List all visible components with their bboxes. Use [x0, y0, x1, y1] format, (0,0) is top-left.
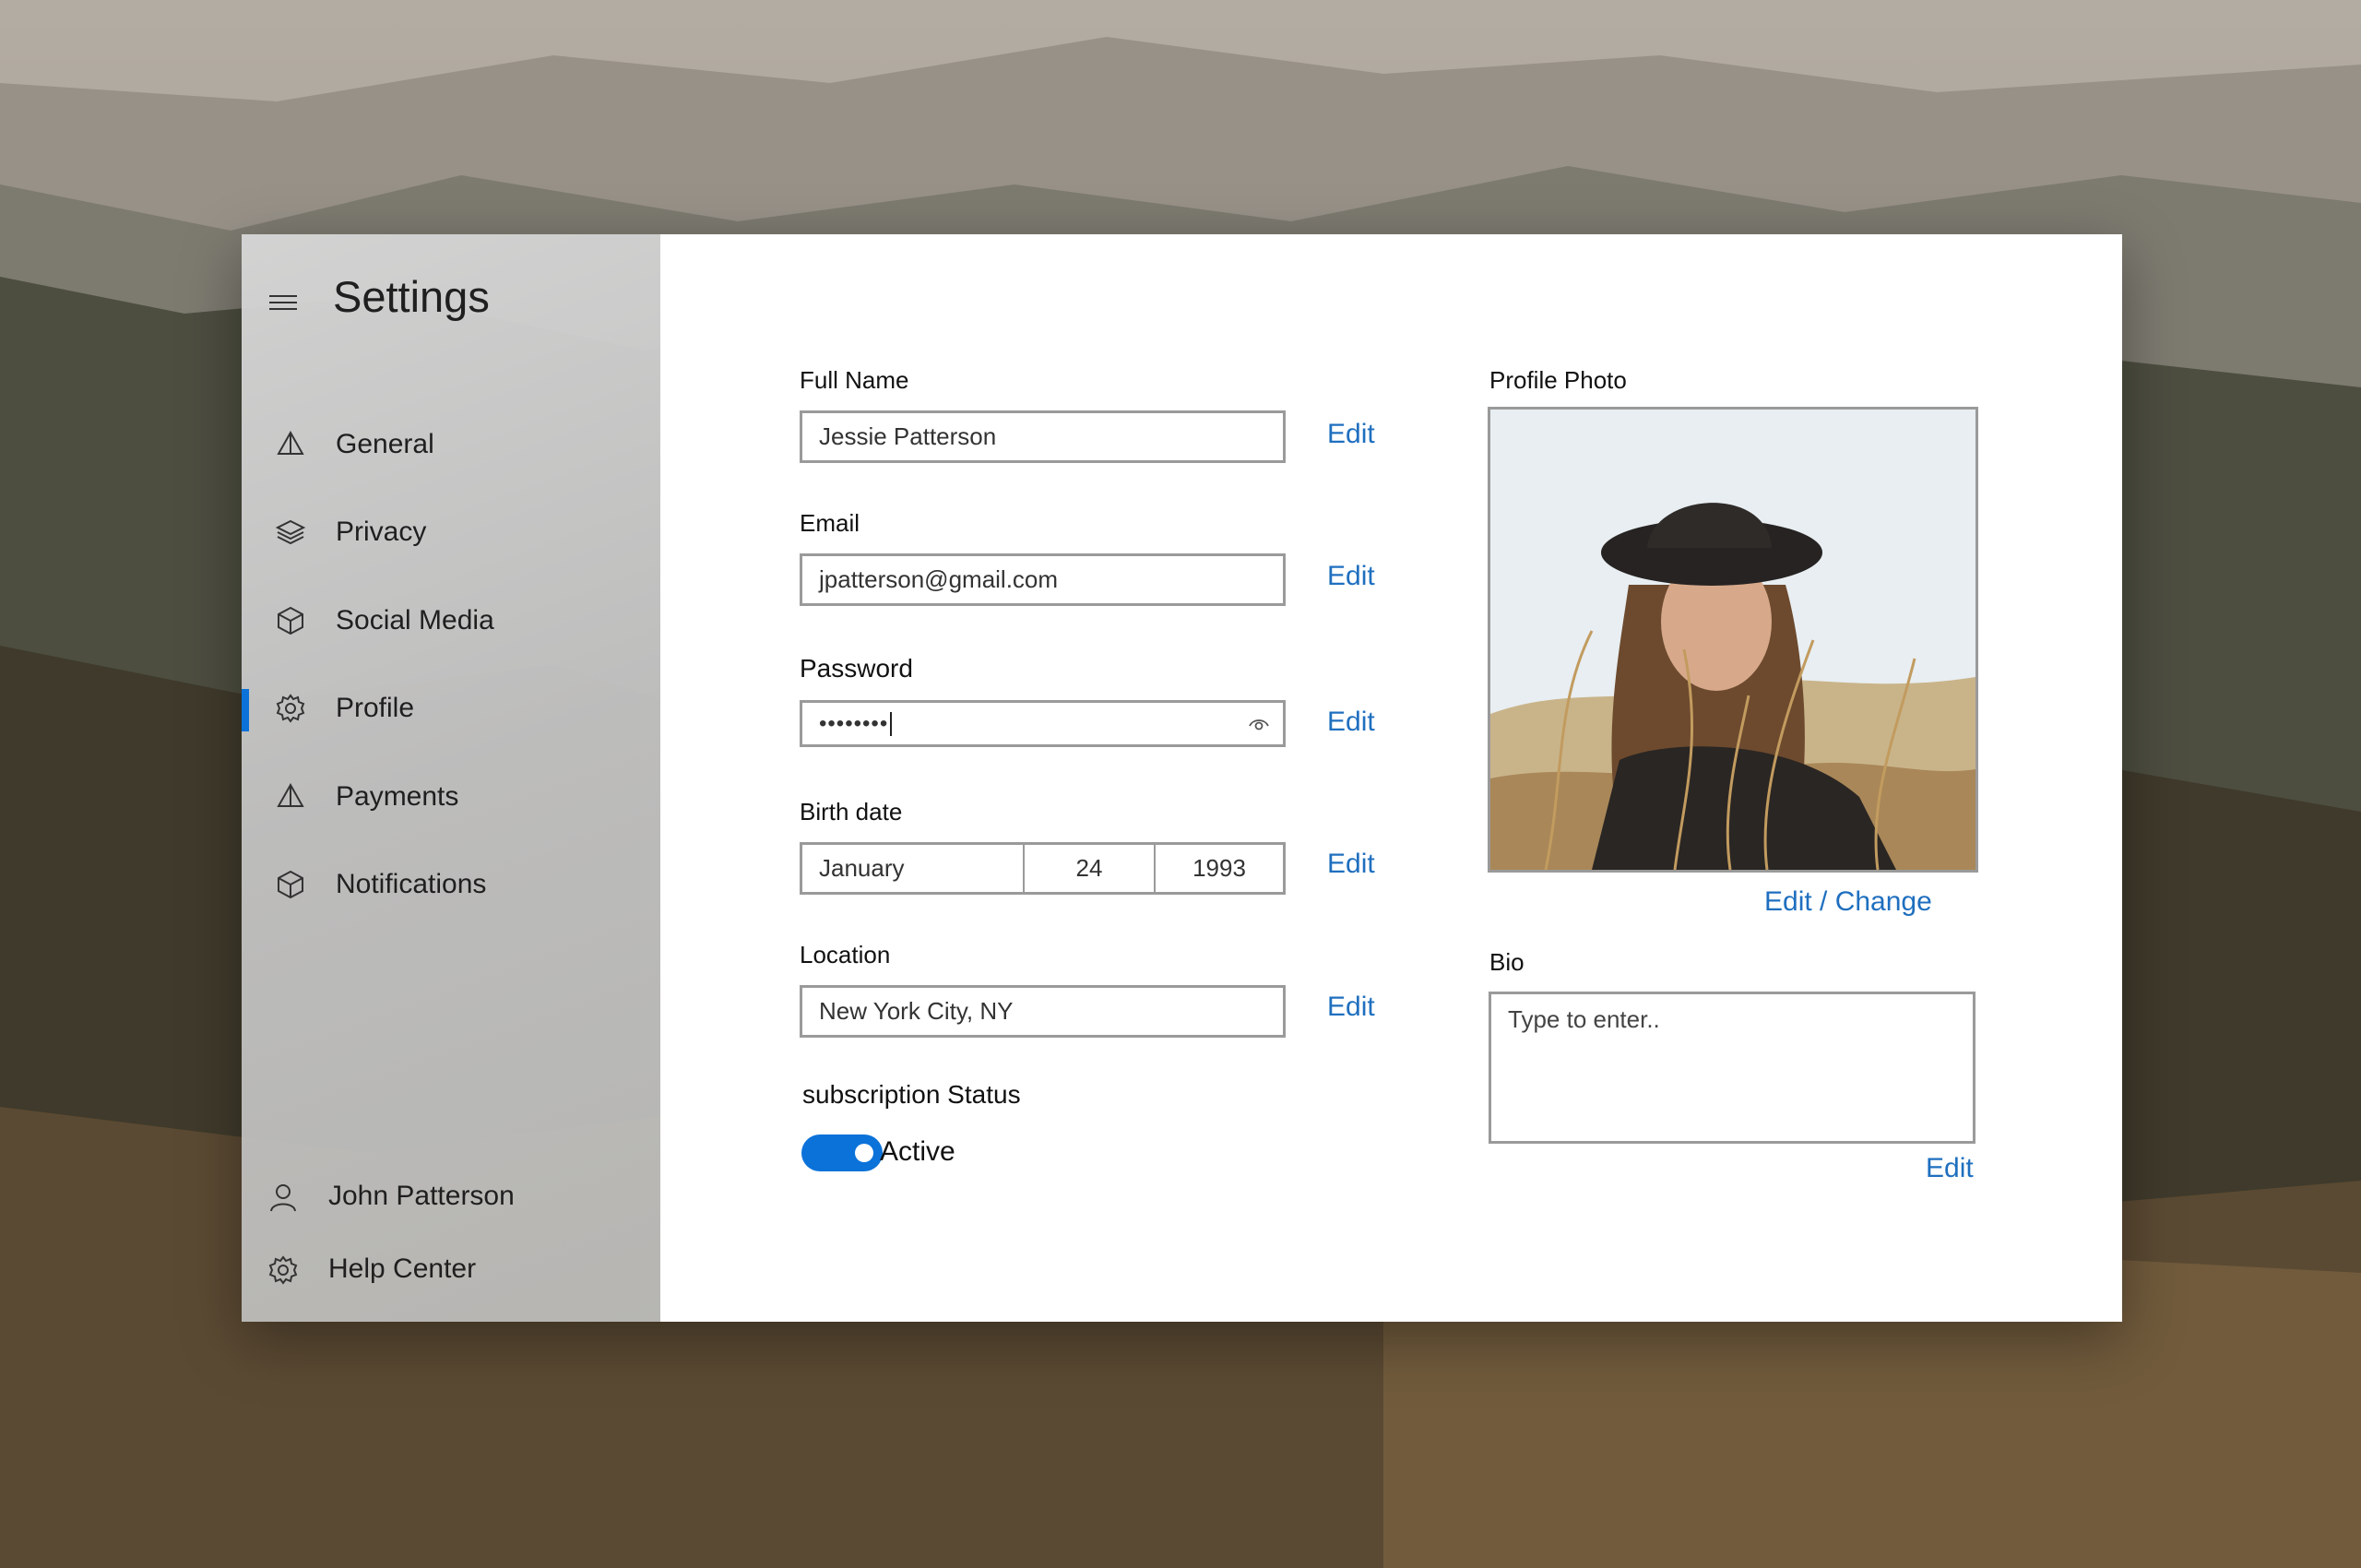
sidebar-item-label: Social Media [336, 604, 494, 636]
user-icon [270, 1184, 296, 1212]
location-value: New York City, NY [819, 997, 1014, 1025]
cube-icon [278, 606, 303, 635]
profile-content: Full Name Jessie Patterson Edit Email jp… [660, 234, 2122, 1322]
email-field[interactable]: jpatterson@gmail.com [800, 553, 1286, 606]
sidebar: Settings General Privacy Social Media Pr… [242, 234, 660, 1322]
sidebar-item-profile[interactable]: Profile [242, 665, 660, 754]
email-value: jpatterson@gmail.com [819, 565, 1059, 593]
help-center-button[interactable]: Help Center [242, 1238, 660, 1302]
full-name-label: Full Name [800, 366, 909, 394]
help-center-label: Help Center [328, 1253, 477, 1284]
birth-date-field: January 24 1993 [800, 842, 1286, 895]
password-field[interactable]: •••••••• [800, 700, 1286, 747]
full-name-value: Jessie Patterson [819, 422, 997, 450]
settings-window: Settings General Privacy Social Media Pr… [242, 234, 2122, 1322]
selection-indicator [242, 688, 249, 731]
edit-password-link[interactable]: Edit [1327, 707, 1375, 738]
sidebar-item-label: Payments [336, 780, 459, 812]
bio-placeholder: Type to enter.. [1508, 1005, 1660, 1033]
sidebar-item-general[interactable]: General [242, 400, 660, 489]
cube-icon [278, 871, 303, 899]
sidebar-item-label: Notifications [336, 869, 487, 900]
profile-photo-label: Profile Photo [1489, 366, 1627, 394]
edit-full-name-link[interactable]: Edit [1327, 419, 1375, 450]
full-name-field[interactable]: Jessie Patterson [800, 410, 1286, 463]
edit-birth-date-link[interactable]: Edit [1327, 849, 1375, 880]
edit-email-link[interactable]: Edit [1327, 561, 1375, 592]
birth-year-select[interactable]: 1993 [1154, 845, 1283, 892]
bio-label: Bio [1489, 948, 1525, 976]
sidebar-item-payments[interactable]: Payments [242, 753, 660, 841]
gear-icon [268, 1255, 298, 1285]
birth-year-value: 1993 [1192, 854, 1246, 882]
text-cursor [890, 711, 893, 736]
pyramid-icon [277, 430, 304, 455]
account-name: John Patterson [328, 1181, 515, 1211]
profile-photo-image [1490, 410, 1975, 870]
birth-month-select[interactable]: January [802, 845, 1023, 892]
sidebar-item-label: General [336, 428, 434, 459]
pyramid-icon [277, 782, 304, 807]
edit-location-link[interactable]: Edit [1327, 992, 1375, 1023]
hamburger-menu-icon[interactable] [269, 295, 297, 314]
password-label: Password [800, 654, 913, 683]
subscription-status-label: subscription Status [802, 1080, 1021, 1109]
birth-day-value: 24 [1075, 854, 1103, 882]
profile-photo [1488, 407, 1978, 873]
birth-month-value: January [819, 854, 905, 882]
location-label: Location [800, 941, 891, 968]
layers-icon [275, 520, 306, 545]
toggle-knob [855, 1144, 873, 1162]
eye-icon[interactable] [1248, 716, 1270, 732]
sidebar-item-label: Profile [336, 693, 415, 724]
location-field[interactable]: New York City, NY [800, 985, 1286, 1038]
sidebar-item-privacy[interactable]: Privacy [242, 489, 660, 577]
account-button[interactable]: John Patterson [242, 1165, 660, 1229]
edit-bio-link[interactable]: Edit [1926, 1153, 1974, 1184]
app-title: Settings [333, 272, 490, 321]
sidebar-item-social-media[interactable]: Social Media [242, 576, 660, 665]
sidebar-item-label: Privacy [336, 517, 427, 548]
password-value: •••••••• [819, 710, 889, 736]
birth-date-label: Birth date [800, 798, 903, 826]
bio-textarea[interactable]: Type to enter.. [1489, 992, 1975, 1144]
edit-change-photo-link[interactable]: Edit / Change [1764, 886, 1932, 918]
subscription-state: Active [880, 1136, 955, 1167]
subscription-toggle[interactable] [801, 1134, 883, 1171]
sidebar-nav: General Privacy Social Media Profile Pay… [242, 400, 660, 929]
birth-day-select[interactable]: 24 [1023, 845, 1154, 892]
gear-icon [276, 694, 305, 723]
sidebar-item-notifications[interactable]: Notifications [242, 841, 660, 930]
email-label: Email [800, 509, 860, 537]
